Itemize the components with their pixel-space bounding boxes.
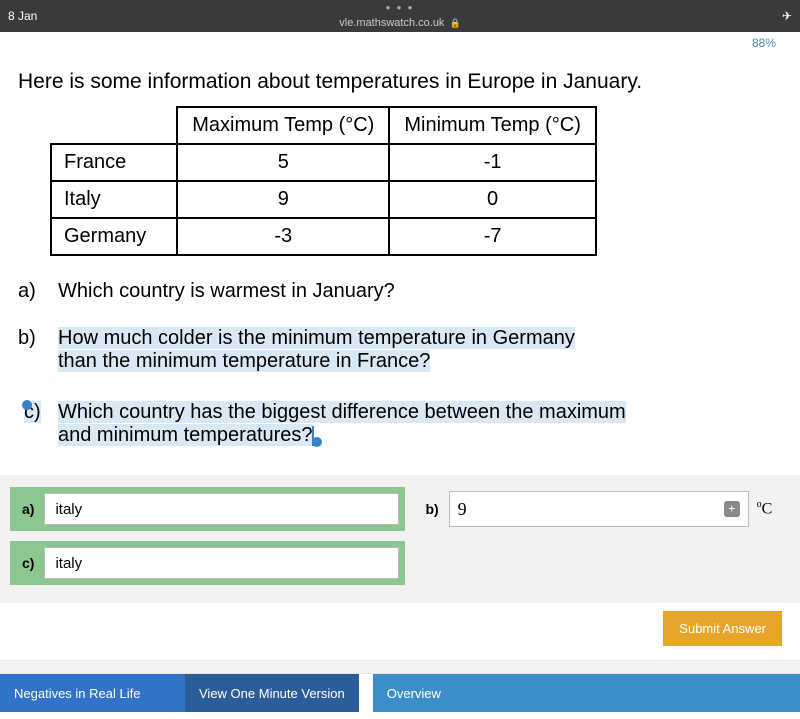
topic-button[interactable]: Negatives in Real Life — [0, 674, 185, 712]
table-cell-country: France — [51, 144, 177, 181]
submit-row: Submit Answer — [0, 603, 800, 660]
ipad-status-bar: 8 Jan ● ● ● vle.mathswatch.co.uk 🔒 ✈ — [0, 0, 800, 32]
answer-label: a) — [22, 501, 34, 517]
bottom-nav-bar: Negatives in Real Life View One Minute V… — [0, 674, 800, 712]
answer-b-unit: oC — [757, 499, 773, 518]
table-cell-min: -7 — [389, 218, 596, 255]
battery-row: 88% — [0, 32, 800, 50]
table-header-min: Minimum Temp (°C) — [389, 107, 596, 144]
question-c: c) Which country has the biggest differe… — [18, 401, 782, 447]
lock-icon: 🔒 — [450, 18, 461, 28]
browser-url: vle.mathswatch.co.uk 🔒 — [339, 17, 460, 29]
battery-percent: 88% — [752, 36, 776, 50]
question-content: Here is some information about temperatu… — [0, 50, 800, 457]
question-b: b) How much colder is the minimum temper… — [18, 327, 782, 373]
answer-c-input[interactable] — [44, 547, 399, 579]
answer-c-group: c) — [10, 541, 405, 585]
nav-gap — [359, 674, 373, 712]
table-cell-min: -1 — [389, 144, 596, 181]
table-cell-max: -3 — [177, 218, 389, 255]
table-row: Italy 9 0 — [51, 181, 596, 218]
status-date: 8 Jan — [8, 9, 37, 23]
answer-area: a) b) 9 + oC c) — [0, 475, 800, 603]
question-text: Which country is warmest in January? — [58, 280, 415, 303]
section-divider — [0, 660, 800, 674]
tab-dots-icon: ● ● ● — [386, 3, 415, 12]
question-label: b) — [18, 327, 58, 373]
answer-label: b) — [425, 501, 438, 517]
plus-icon[interactable]: + — [724, 501, 740, 517]
table-cell-min: 0 — [389, 181, 596, 218]
answer-a-input[interactable] — [44, 493, 399, 525]
table-cell-country: Germany — [51, 218, 177, 255]
table-cell-country: Italy — [51, 181, 177, 218]
submit-answer-button[interactable]: Submit Answer — [663, 611, 782, 646]
view-one-minute-button[interactable]: View One Minute Version — [185, 674, 359, 712]
answer-label: c) — [22, 555, 34, 571]
table-row: France 5 -1 — [51, 144, 596, 181]
overview-button[interactable]: Overview — [373, 674, 800, 712]
answer-b-input[interactable]: 9 + — [449, 491, 749, 527]
temperature-table: Maximum Temp (°C) Minimum Temp (°C) Fran… — [50, 106, 597, 256]
intro-text: Here is some information about temperatu… — [18, 70, 782, 94]
question-label: a) — [18, 280, 58, 303]
table-row: Germany -3 -7 — [51, 218, 596, 255]
question-text: Which country has the biggest difference… — [58, 401, 646, 447]
table-blank-header — [51, 107, 177, 144]
selection-handle-icon[interactable] — [22, 400, 32, 410]
selection-handle-icon[interactable] — [312, 437, 322, 447]
answer-a-group: a) — [10, 487, 405, 531]
table-cell-max: 9 — [177, 181, 389, 218]
answer-b-group: b) 9 + oC — [425, 487, 772, 531]
table-cell-max: 5 — [177, 144, 389, 181]
question-label: c) — [18, 401, 58, 447]
table-header-max: Maximum Temp (°C) — [177, 107, 389, 144]
answer-b-value: 9 — [458, 499, 724, 520]
airplane-mode-icon: ✈ — [782, 9, 792, 23]
question-a: a) Which country is warmest in January? — [18, 280, 782, 303]
question-text: How much colder is the minimum temperatu… — [58, 327, 595, 373]
